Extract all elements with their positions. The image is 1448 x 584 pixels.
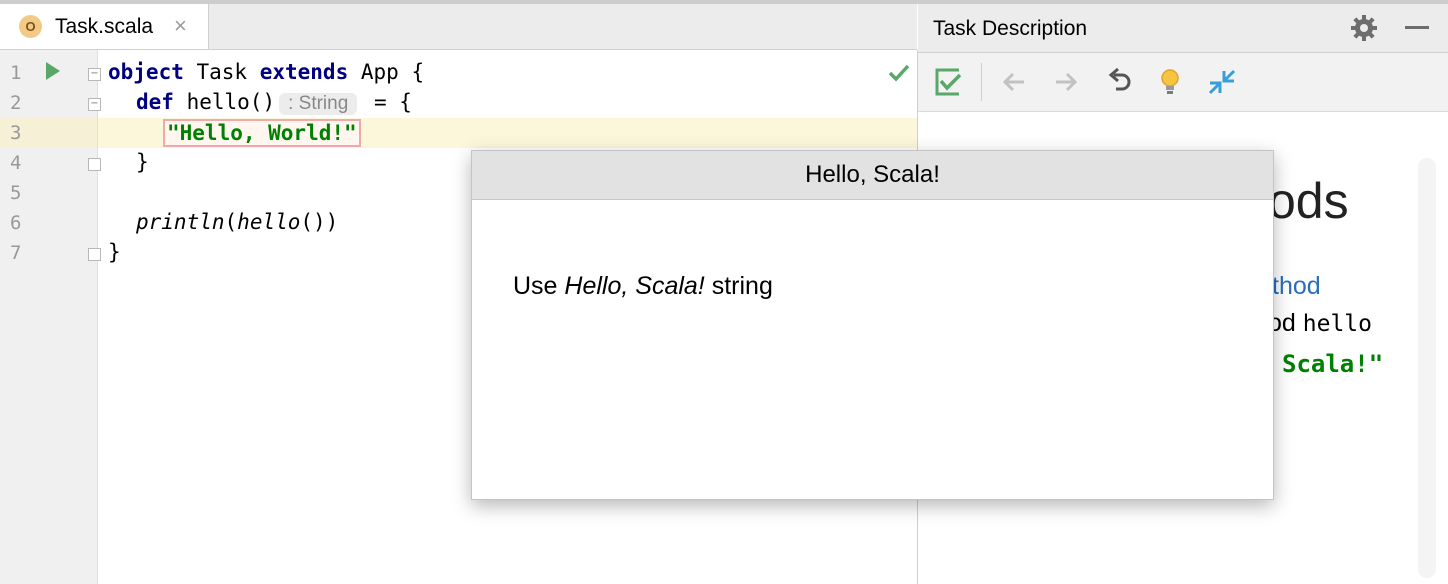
line-number: 7 <box>10 242 22 264</box>
code-line-3: "Hello, World!" <box>163 119 361 147</box>
code-line-4: } <box>136 150 149 174</box>
function-call: hello <box>237 210 301 234</box>
fold-end-icon[interactable] <box>88 158 101 171</box>
tab-task-scala[interactable]: O Task.scala × <box>0 4 209 49</box>
brace: } <box>136 150 149 174</box>
checkmark-icon <box>888 64 910 82</box>
hint-popup: Hello, Scala! Use Hello, Scala! string <box>471 150 1274 500</box>
identifier: = { <box>361 90 412 114</box>
popup-text-italic: Hello, Scala! <box>564 272 705 300</box>
arrow-right-icon[interactable] <box>1050 66 1082 98</box>
popup-title: Hello, Scala! <box>805 161 940 188</box>
scala-object-icon: O <box>19 15 42 38</box>
line-number: 5 <box>10 182 22 204</box>
run-icon[interactable] <box>46 62 60 80</box>
line-number: 4 <box>10 152 22 174</box>
task-placeholder[interactable]: "Hello, World!" <box>163 119 361 147</box>
line-number: 3 <box>10 122 22 144</box>
minimize-icon[interactable] <box>1405 26 1429 29</box>
code-line-1: object Task extends App { <box>108 60 424 84</box>
popup-header: Hello, Scala! <box>472 151 1273 200</box>
fold-icon[interactable]: − <box>88 98 101 111</box>
popup-body: Use Hello, Scala! string <box>513 272 773 301</box>
check-task-icon[interactable] <box>933 66 965 98</box>
editor-tab-bar: O Task.scala × <box>0 4 917 50</box>
task-text: od hello <box>1268 309 1372 338</box>
fold-end-icon[interactable] <box>88 248 101 261</box>
code-line-6: println(hello()) <box>136 210 338 234</box>
identifier: App { <box>348 60 425 84</box>
keyword: object <box>108 60 184 84</box>
line-number: 6 <box>10 212 22 234</box>
gear-icon[interactable] <box>1350 14 1378 42</box>
string-literal: "Hello, World!" <box>167 121 357 145</box>
panel-toolbar <box>918 53 1448 112</box>
task-link[interactable]: thod <box>1272 272 1321 301</box>
type-hint: : String <box>279 93 358 115</box>
identifier: Task <box>183 60 260 84</box>
collapse-icon[interactable] <box>1206 66 1238 98</box>
panel-header: Task Description <box>918 4 1448 53</box>
scrollbar[interactable] <box>1418 158 1436 578</box>
task-string-fragment: Scala!" <box>1282 350 1384 378</box>
code-line-2: def hello(): String = { <box>136 90 412 115</box>
popup-text: string <box>704 272 773 300</box>
paren: ()) <box>300 210 339 234</box>
tab-label: Task.scala <box>55 15 154 38</box>
function-name: println <box>136 210 225 234</box>
code-line-7: } <box>108 240 121 264</box>
close-icon[interactable]: × <box>174 13 187 39</box>
keyword: extends <box>259 60 349 84</box>
inline-code: hello <box>1302 311 1373 337</box>
popup-text: Use <box>513 272 565 300</box>
identifier: hello() <box>173 90 276 114</box>
paren: ( <box>224 210 238 234</box>
line-number: 1 <box>10 62 22 84</box>
brace: } <box>108 240 121 264</box>
keyword: def <box>136 90 174 114</box>
toolbar-separator <box>981 63 982 101</box>
task-heading: ods <box>1268 173 1349 229</box>
line-number: 2 <box>10 92 22 114</box>
fold-icon[interactable]: − <box>88 68 101 81</box>
panel-title: Task Description <box>933 17 1088 40</box>
lightbulb-icon[interactable] <box>1154 66 1186 98</box>
arrow-left-icon[interactable] <box>998 66 1030 98</box>
undo-icon[interactable] <box>1104 66 1136 98</box>
